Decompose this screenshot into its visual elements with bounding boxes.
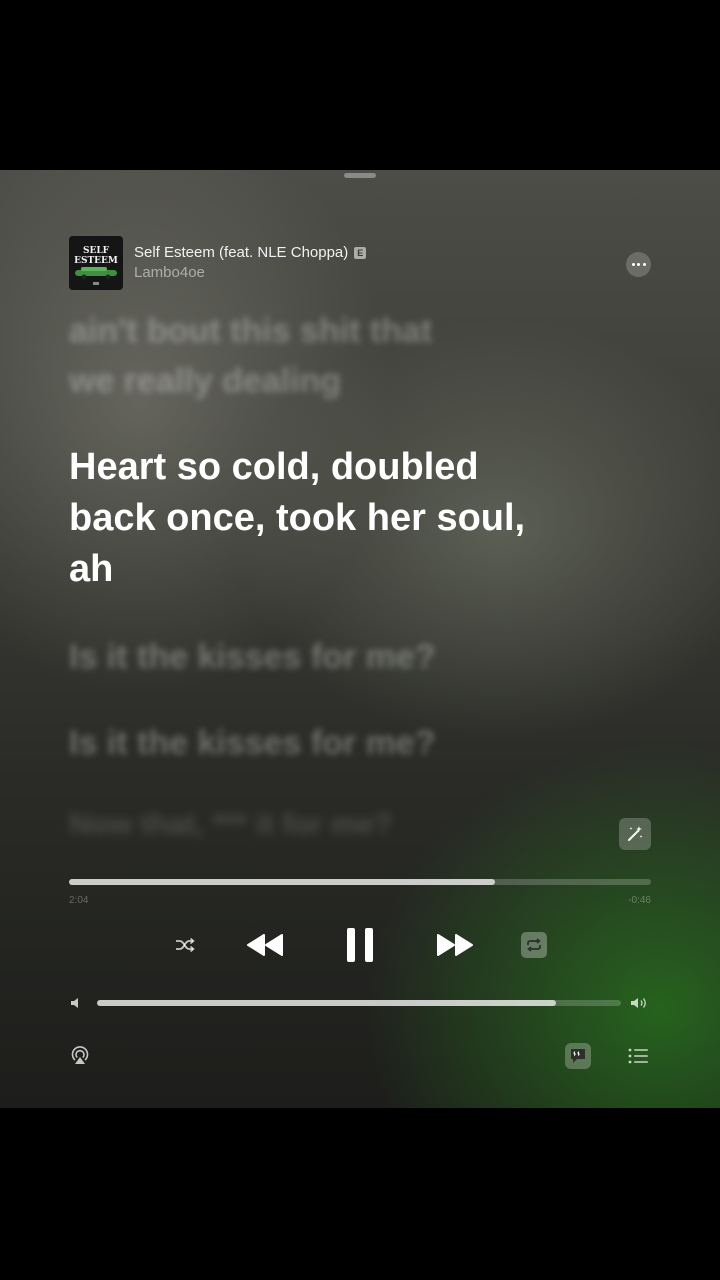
volume-max-button[interactable]	[630, 995, 650, 1011]
rewind-icon	[247, 934, 283, 956]
lyric-line-next-3[interactable]: Now that, *** it for me?	[69, 800, 589, 850]
artist-name[interactable]: Lambo4oe	[134, 264, 205, 281]
now-playing-sheet: SELF ESTEEM Self Esteem (feat. NLE Chopp…	[0, 170, 720, 1108]
lyric-line-current[interactable]: Heart so cold, doubled back once, took h…	[69, 442, 589, 595]
lyric-current-text-3: ah	[69, 548, 114, 590]
list-icon	[628, 1048, 648, 1064]
repeat-icon	[527, 938, 541, 952]
lyrics-button[interactable]	[565, 1043, 591, 1069]
volume-slider[interactable]	[97, 1000, 621, 1006]
fast-forward-icon	[437, 934, 473, 956]
song-title-text: Self Esteem (feat. NLE Choppa)	[134, 244, 349, 261]
pause-icon	[347, 928, 373, 962]
shuffle-button[interactable]	[172, 932, 198, 958]
magic-wand-icon	[628, 826, 643, 841]
lyric-line-next-1[interactable]: Is it the kisses for me?	[69, 632, 589, 682]
song-title[interactable]: Self Esteem (feat. NLE Choppa) E	[134, 244, 367, 261]
remaining-time: -0:46	[628, 895, 651, 906]
playback-progress-bar[interactable]	[69, 879, 651, 885]
sheet-grabber[interactable]	[344, 173, 376, 178]
speaker-high-icon	[631, 998, 646, 1008]
volume-min-button[interactable]	[69, 996, 83, 1010]
airplay-button[interactable]	[69, 1044, 91, 1066]
album-artwork[interactable]: SELF ESTEEM	[69, 236, 123, 290]
lyric-line-previous-1[interactable]: ain't bout this shit that	[69, 306, 589, 356]
more-options-button[interactable]	[626, 252, 651, 277]
fast-forward-button[interactable]	[434, 929, 476, 961]
pause-button[interactable]	[340, 924, 380, 966]
artwork-text-line-2: ESTEEM	[74, 256, 118, 266]
lyric-current-text-1: Heart so cold, doubled	[69, 446, 479, 488]
speaker-low-icon	[71, 998, 78, 1008]
lyric-line-previous-2[interactable]: we really dealing	[69, 356, 589, 406]
album-artwork-image: SELF ESTEEM	[69, 236, 123, 290]
explicit-badge: E	[354, 247, 367, 259]
queue-button[interactable]	[627, 1046, 649, 1066]
shuffle-icon	[176, 937, 195, 953]
playback-progress-fill	[69, 879, 496, 885]
magic-wand-button[interactable]	[619, 818, 651, 850]
repeat-button[interactable]	[521, 932, 547, 958]
ellipsis-dot	[642, 263, 646, 266]
lyrics-bubble-icon	[571, 1049, 585, 1063]
lyric-current-text-2: back once, took her soul,	[69, 497, 526, 539]
artwork-text-line-1: SELF	[83, 246, 110, 256]
airplay-icon	[71, 1046, 89, 1064]
rewind-button[interactable]	[244, 929, 286, 961]
lyric-line-next-2[interactable]: Is it the kisses for me?	[69, 718, 589, 768]
ellipsis-dot	[637, 263, 640, 266]
volume-level-fill	[97, 1000, 557, 1006]
ellipsis-icon	[631, 263, 635, 266]
elapsed-time: 2:04	[69, 895, 89, 906]
